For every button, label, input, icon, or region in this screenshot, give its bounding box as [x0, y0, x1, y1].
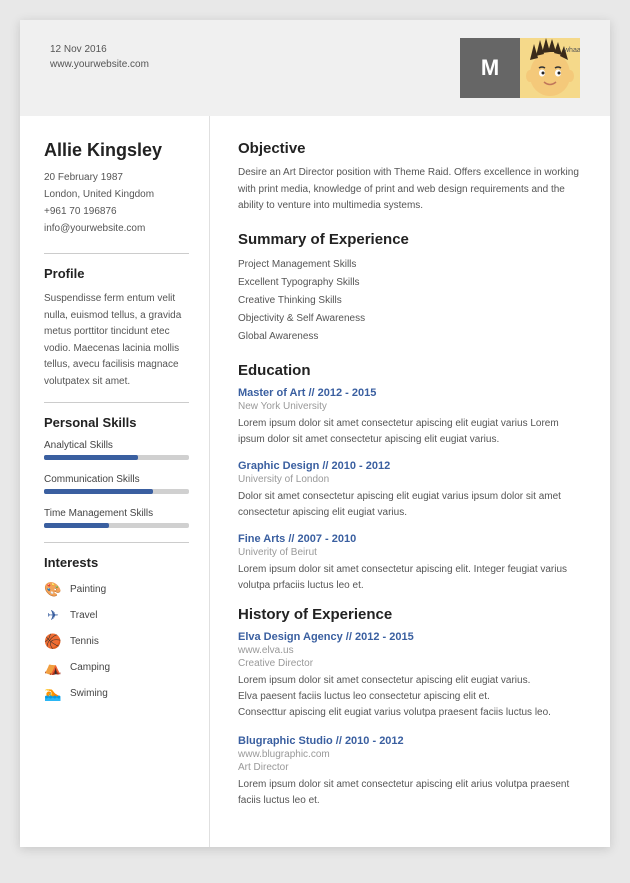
exp-title: Blugraphic Studio // 2010 - 2012 — [238, 735, 586, 747]
objective-text: Desire an Art Director position with The… — [238, 165, 586, 215]
exp-desc: Lorem ipsum dolor sit amet consectetur a… — [238, 777, 586, 809]
summary-item: Global Awareness — [238, 328, 586, 346]
edu-title: Graphic Design // 2010 - 2012 — [238, 460, 586, 472]
interest-item: ⛺ Camping — [44, 658, 189, 676]
divider-2 — [44, 402, 189, 403]
edu-school: New York University — [238, 401, 586, 412]
interest-item: 🏊 Swiming — [44, 684, 189, 702]
profile-title: Profile — [44, 266, 189, 281]
interest-icon: ⛺ — [44, 658, 62, 676]
interest-label: Tennis — [70, 636, 99, 647]
applicant-name: Allie Kingsley — [44, 140, 189, 161]
header-left: 12 Nov 2016 www.yourwebsite.com — [50, 38, 149, 70]
education-entry: Graphic Design // 2010 - 2012 University… — [238, 460, 586, 521]
exp-role: Creative Director — [238, 658, 586, 669]
exp-website: www.blugraphic.com — [238, 749, 586, 760]
history-title: History of Experience — [238, 606, 586, 623]
summary-item: Project Management Skills — [238, 256, 586, 274]
skills-container: Analytical Skills Communication Skills T… — [44, 440, 189, 528]
interest-icon: 🏀 — [44, 632, 62, 650]
interest-item: 🎨 Painting — [44, 580, 189, 598]
skill-bar-bg — [44, 455, 189, 460]
interest-item: ✈ Travel — [44, 606, 189, 624]
skill-label: Time Management Skills — [44, 508, 189, 519]
skills-title: Personal Skills — [44, 415, 189, 430]
history-container: Elva Design Agency // 2012 - 2015 www.el… — [238, 631, 586, 809]
profile-text: Suspendisse ferm entum velit nulla, euis… — [44, 291, 189, 390]
education-entry: Fine Arts // 2007 - 2010 Univerity of Be… — [238, 533, 586, 594]
contact-info: 20 February 1987 London, United Kingdom … — [44, 169, 189, 237]
header-right: M — [460, 38, 580, 98]
exp-desc: Lorem ipsum dolor sit amet consectetur a… — [238, 673, 586, 721]
skill-bar-fill — [44, 455, 138, 460]
skill-bar-bg — [44, 489, 189, 494]
interest-icon: 🎨 — [44, 580, 62, 598]
skill-bar-bg — [44, 523, 189, 528]
divider-3 — [44, 542, 189, 543]
edu-title: Master of Art // 2012 - 2015 — [238, 387, 586, 399]
interest-label: Painting — [70, 584, 106, 595]
skill-bar-fill — [44, 489, 153, 494]
edu-title: Fine Arts // 2007 - 2010 — [238, 533, 586, 545]
experience-entry: Blugraphic Studio // 2010 - 2012 www.blu… — [238, 735, 586, 809]
edu-desc: Lorem ipsum dolor sit amet consectetur a… — [238, 416, 586, 448]
edu-desc: Dolor sit amet consectetur apiscing elit… — [238, 489, 586, 521]
interest-icon: ✈ — [44, 606, 62, 624]
summary-item: Creative Thinking Skills — [238, 292, 586, 310]
cartoon-svg: whaa?! — [520, 38, 580, 98]
left-column: Allie Kingsley 20 February 1987 London, … — [20, 116, 210, 847]
exp-title: Elva Design Agency // 2012 - 2015 — [238, 631, 586, 643]
edu-school: University of London — [238, 474, 586, 485]
skill-label: Analytical Skills — [44, 440, 189, 451]
skill-item: Communication Skills — [44, 474, 189, 494]
contact-location: London, United Kingdom — [44, 186, 189, 203]
interests-title: Interests — [44, 555, 189, 570]
skill-item: Analytical Skills — [44, 440, 189, 460]
summary-title: Summary of Experience — [238, 231, 586, 248]
interest-item: 🏀 Tennis — [44, 632, 189, 650]
interests-list: 🎨 Painting ✈ Travel 🏀 Tennis ⛺ Camping 🏊… — [44, 580, 189, 702]
education-container: Master of Art // 2012 - 2015 New York Un… — [238, 387, 586, 594]
skill-item: Time Management Skills — [44, 508, 189, 528]
header-website: www.yourwebsite.com — [50, 59, 149, 70]
summary-list: Project Management SkillsExcellent Typog… — [238, 256, 586, 346]
objective-title: Objective — [238, 140, 586, 157]
contact-phone: +961 70 196876 — [44, 203, 189, 220]
experience-entry: Elva Design Agency // 2012 - 2015 www.el… — [238, 631, 586, 721]
exp-website: www.elva.us — [238, 645, 586, 656]
education-entry: Master of Art // 2012 - 2015 New York Un… — [238, 387, 586, 448]
skill-bar-fill — [44, 523, 109, 528]
contact-birthday: 20 February 1987 — [44, 169, 189, 186]
avatar-initial: M — [460, 38, 520, 98]
summary-item: Excellent Typography Skills — [238, 274, 586, 292]
interest-icon: 🏊 — [44, 684, 62, 702]
avatar-cartoon: whaa?! — [520, 38, 580, 98]
interest-label: Swiming — [70, 688, 108, 699]
edu-desc: Lorem ipsum dolor sit amet consectetur a… — [238, 562, 586, 594]
summary-item: Objectivity & Self Awareness — [238, 310, 586, 328]
interest-label: Camping — [70, 662, 110, 673]
header-date: 12 Nov 2016 — [50, 44, 149, 55]
skill-label: Communication Skills — [44, 474, 189, 485]
right-column: Objective Desire an Art Director positio… — [210, 116, 610, 847]
svg-text:whaa?!: whaa?! — [563, 47, 580, 54]
edu-school: Univerity of Beirut — [238, 547, 586, 558]
main-content: Allie Kingsley 20 February 1987 London, … — [20, 116, 610, 847]
contact-email: info@yourwebsite.com — [44, 220, 189, 237]
resume-page: 12 Nov 2016 www.yourwebsite.com M — [20, 20, 610, 847]
education-title: Education — [238, 362, 586, 379]
interest-label: Travel — [70, 610, 97, 621]
exp-role: Art Director — [238, 762, 586, 773]
header: 12 Nov 2016 www.yourwebsite.com M — [20, 20, 610, 116]
divider-1 — [44, 253, 189, 254]
